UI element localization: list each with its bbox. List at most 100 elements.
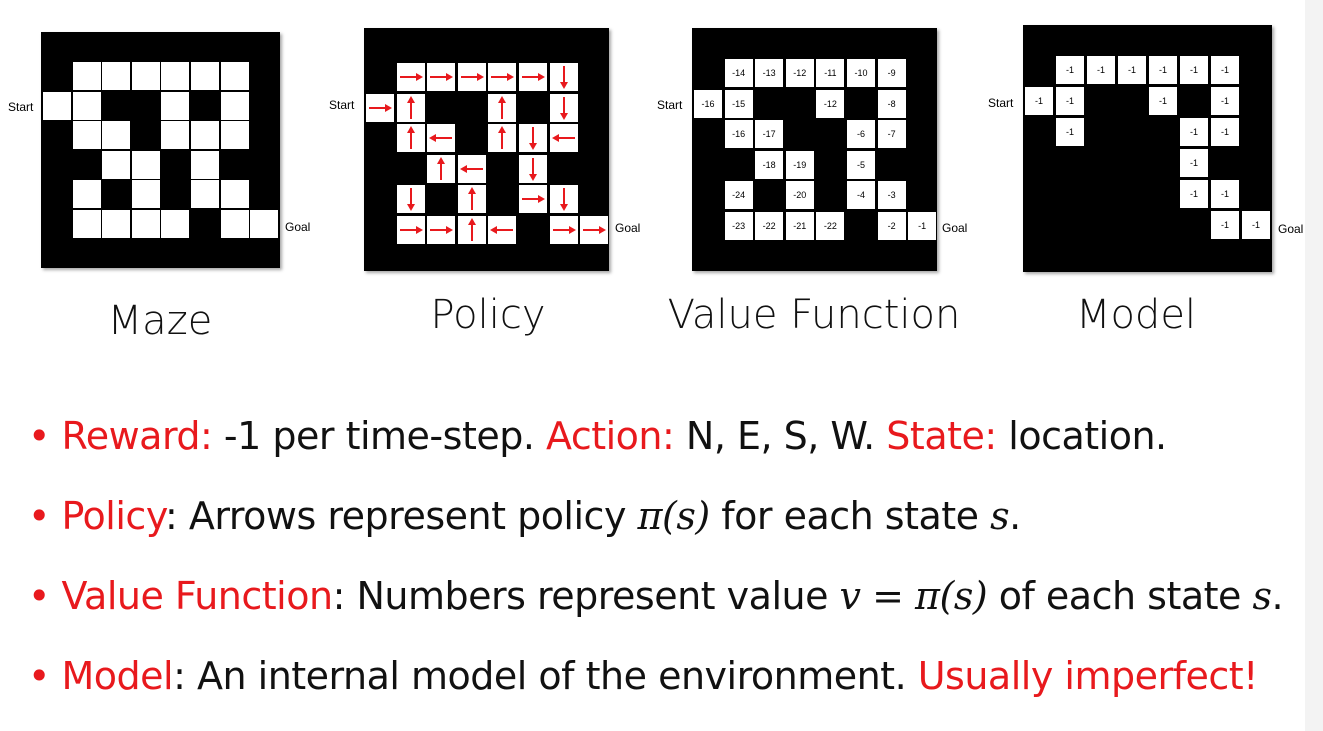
policy-title: Policy — [430, 292, 546, 338]
value-cell-value: -10 — [854, 68, 868, 78]
value-cell: -6 — [847, 120, 875, 149]
value-cell-value: -12 — [793, 68, 807, 78]
maze-cell — [102, 62, 131, 90]
bullet-text-segment: Reward: — [61, 414, 213, 458]
maze-cell — [191, 180, 219, 209]
policy-arrow-e-icon — [522, 73, 545, 81]
value-cell: -20 — [785, 181, 814, 210]
value-cell-value: -6 — [856, 129, 865, 140]
bullet-text-segment: Action: — [546, 414, 675, 458]
value-cell-value: -14 — [732, 68, 746, 78]
value-cell-value: -5 — [856, 159, 865, 170]
bullet-text-segment: for each state — [709, 494, 991, 538]
value-cell: -12 — [816, 89, 845, 118]
bullet-text-segment: of each state — [987, 574, 1253, 618]
value-cell-value: -2 — [887, 221, 896, 231]
model-cell: -1 — [1056, 87, 1084, 115]
bullet-text-segment: -1 per time-step. — [212, 414, 546, 458]
policy-arrow-s-icon — [559, 66, 568, 89]
policy-arrow-e-icon — [460, 73, 484, 81]
maze-goal-label: Goal — [285, 220, 311, 234]
bullet-text-segment: : Numbers represent value — [332, 574, 840, 618]
maze-cell — [72, 62, 101, 90]
maze-cell — [220, 121, 249, 150]
model-panel: -1 -1 -1 -1 -1 -1 -1 -1 -1 -1 -1 -1 -1 -1 -1 -1 -1 -1 — [1023, 25, 1272, 272]
value-cell: -22 — [816, 212, 845, 240]
maze-cell — [72, 91, 101, 120]
value-cell: -4 — [847, 181, 875, 210]
model-cell: -1 — [1056, 118, 1084, 146]
model-cell-value: -1 — [1220, 189, 1229, 199]
policy-panel — [364, 28, 609, 271]
value-cell-value: -12 — [823, 98, 837, 109]
bullet-text-segment: . — [1271, 574, 1284, 618]
value-cell: -1 — [908, 212, 937, 240]
policy-cell — [396, 124, 425, 153]
value-cell: -7 — [877, 120, 906, 149]
policy-arrow-s-icon — [406, 188, 415, 212]
model-cell-value: -1 — [1158, 96, 1167, 106]
policy-cell — [488, 63, 517, 91]
value-cell: -21 — [785, 212, 814, 240]
bullet-text-segment: v = π(s) — [839, 574, 988, 618]
bullet-text-segment: State: — [886, 414, 997, 458]
maze-start-label: Start — [8, 100, 34, 114]
maze-cell — [220, 62, 249, 90]
policy-cell — [549, 124, 578, 153]
value-cell: -23 — [724, 212, 753, 240]
maze-cell — [72, 121, 101, 150]
value-cell-value: -16 — [732, 129, 746, 140]
policy-cell — [549, 185, 578, 214]
value-start-label: Start — [657, 98, 683, 112]
model-cell-value: -1 — [1189, 65, 1198, 75]
maze-cell — [220, 91, 249, 120]
policy-cell — [366, 93, 394, 122]
model-cell-value: -1 — [1065, 65, 1074, 75]
policy-arrow-e-icon — [552, 226, 576, 234]
value-cell: -19 — [785, 150, 814, 179]
policy-cell — [519, 154, 547, 183]
bullet-text-segment: • — [28, 494, 62, 538]
bullet-text-segment: s — [990, 494, 1010, 538]
value-cell-value: -18 — [762, 159, 776, 170]
policy-cell — [488, 216, 517, 244]
maze-cell — [161, 62, 190, 90]
maze-title: Maze — [107, 298, 213, 344]
policy-arrow-w-icon — [490, 226, 514, 234]
value-cell-value: -3 — [887, 190, 896, 201]
maze-cell — [250, 210, 279, 238]
policy-arrow-s-icon — [559, 188, 568, 212]
value-cell: -22 — [755, 212, 784, 240]
value-function-panel: -14 -13 -12 -11 -10 -9 -16 -15 -12 -8 -16 -17 -6 -7 -1… — [692, 28, 937, 271]
model-cell: -1 — [1242, 211, 1270, 239]
policy-arrow-n-icon — [406, 126, 415, 150]
value-cell-value: -23 — [732, 221, 746, 231]
maze-cell — [102, 210, 131, 238]
value-cell-value: -8 — [887, 98, 896, 109]
value-cell: -9 — [877, 59, 906, 87]
maze-cell — [191, 62, 219, 90]
model-cell: -1 — [1087, 56, 1115, 84]
bullet-text-segment: Model — [61, 654, 174, 698]
model-cell-value: -1 — [1189, 127, 1198, 137]
policy-arrow-e-icon — [369, 103, 392, 112]
policy-cell — [457, 216, 486, 244]
maze-cell — [131, 62, 160, 90]
policy-arrow-n-icon — [437, 156, 446, 180]
model-cell: -1 — [1211, 211, 1239, 239]
policy-cell — [396, 63, 425, 91]
model-cell-value: -1 — [1034, 96, 1043, 106]
model-cell-value: -1 — [1065, 96, 1074, 106]
policy-arrow-w-icon — [551, 134, 575, 143]
policy-arrow-e-icon — [522, 195, 545, 204]
model-cell-value: -1 — [1189, 158, 1198, 168]
policy-cell — [549, 93, 578, 122]
value-cell: -15 — [724, 89, 753, 118]
model-cell: -1 — [1180, 118, 1208, 146]
bullet-text-segment: • — [28, 654, 62, 698]
policy-start-label: Start — [329, 98, 355, 112]
policy-arrow-e-icon — [583, 226, 607, 234]
policy-arrow-e-icon — [491, 73, 515, 81]
policy-cell — [427, 154, 456, 183]
policy-arrow-e-icon — [399, 73, 423, 81]
